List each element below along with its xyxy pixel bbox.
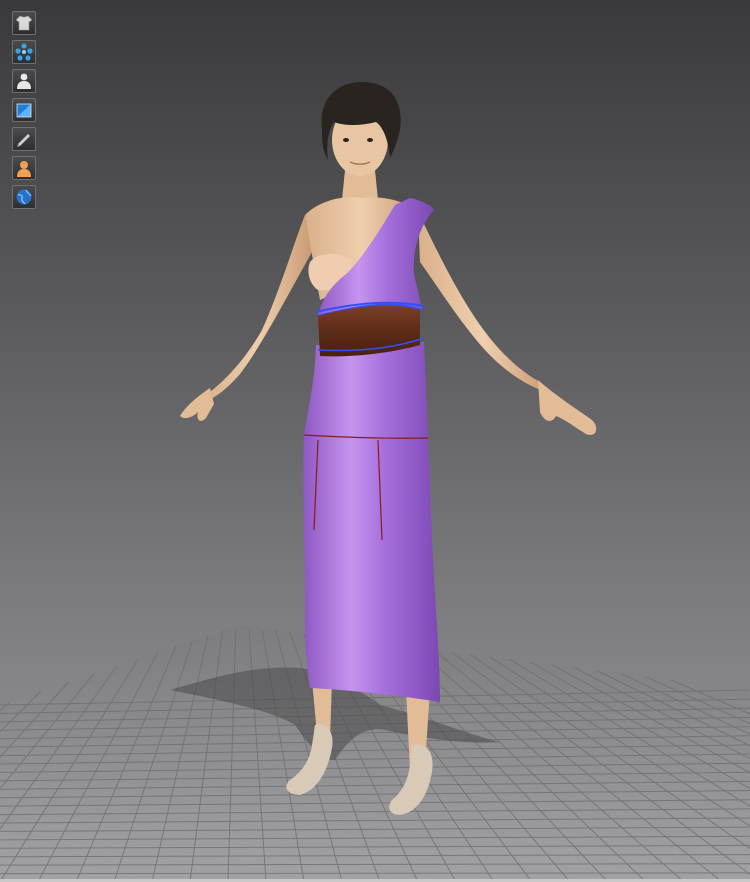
show-texture-button[interactable] [12, 98, 36, 122]
shade-icon [17, 134, 30, 147]
points-icon [15, 43, 33, 61]
show-points-button[interactable] [12, 40, 36, 64]
show-avatar-button[interactable] [12, 69, 36, 93]
scene-canvas[interactable] [0, 0, 750, 882]
right-hand [538, 380, 597, 435]
show-shade-button[interactable] [12, 127, 36, 151]
right-arm [418, 212, 548, 392]
avatar-head [321, 82, 401, 176]
view-toolbar [12, 11, 38, 214]
dress-skirt[interactable] [303, 342, 440, 702]
shirt-icon [15, 15, 33, 31]
left-hand [180, 388, 214, 421]
left-arm [205, 215, 312, 402]
show-environment-button[interactable] [12, 185, 36, 209]
3d-viewport[interactable] [0, 0, 750, 882]
texture-icon [16, 103, 32, 118]
skin-icon [17, 161, 31, 177]
avatar-icon [17, 73, 31, 89]
show-skin-button[interactable] [12, 156, 36, 180]
show-garment-button[interactable] [12, 11, 36, 35]
globe-icon [16, 189, 32, 205]
